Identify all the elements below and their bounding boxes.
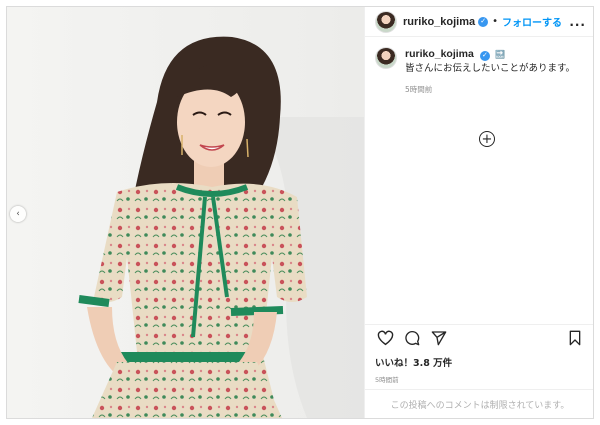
caption-avatar[interactable] (375, 47, 397, 69)
comment-bubble-icon (405, 330, 420, 345)
post-sidebar: ruriko_kojima ✓ • フォローする ... ruriko_koji… (364, 7, 593, 418)
plus-circle-icon: + (481, 131, 493, 147)
bookmark-icon (569, 330, 581, 345)
caption-emoji: 🔜 (494, 50, 505, 59)
verified-badge-icon: ✓ (478, 16, 489, 27)
post-dialog: ‹ ruriko_kojima ✓ • フォローする ... ruriko_ko… (6, 6, 594, 419)
post-header: ruriko_kojima ✓ • フォローする ... (365, 7, 593, 37)
load-more-comments-button[interactable]: + (479, 131, 495, 147)
previous-slide-button[interactable]: ‹ (10, 206, 26, 222)
post-photo (7, 7, 364, 418)
caption-timestamp: 5時間前 (405, 85, 433, 94)
follow-button[interactable]: フォローする (502, 14, 562, 29)
comment-button[interactable] (402, 328, 422, 348)
header-separator: • (492, 16, 499, 27)
heart-icon (377, 330, 393, 345)
caption-text: 皆さんにお伝えしたいことがあります。 (405, 63, 576, 74)
caption-body: ruriko_kojima ✓ 🔜 皆さんにお伝えしたいことがあります。 5時間… (405, 47, 575, 97)
share-button[interactable] (429, 328, 449, 348)
paper-plane-icon (431, 330, 447, 345)
verified-badge-icon: ✓ (479, 50, 490, 61)
chevron-left-icon: ‹ (16, 208, 20, 219)
save-button[interactable] (565, 328, 585, 348)
like-button[interactable] (375, 328, 395, 348)
more-options-button[interactable]: ... (569, 15, 586, 29)
author-avatar[interactable] (375, 10, 397, 33)
action-bar (365, 324, 593, 350)
post-media[interactable]: ‹ (7, 7, 364, 418)
author-username[interactable]: ruriko_kojima (403, 16, 475, 28)
comments-restricted-notice: この投稿へのコメントは制限されています。 (365, 389, 593, 418)
caption-username[interactable]: ruriko_kojima (405, 48, 474, 60)
caption: ruriko_kojima ✓ 🔜 皆さんにお伝えしたいことがあります。 5時間… (365, 37, 593, 97)
post-timestamp[interactable]: 5時間前 (375, 374, 399, 384)
like-count[interactable]: いいね！3.8 万件 (375, 355, 452, 369)
